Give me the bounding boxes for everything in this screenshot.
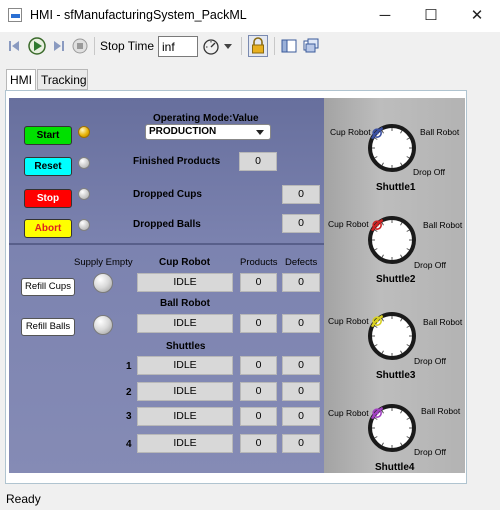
shuttle-defects: 0 bbox=[282, 356, 320, 375]
gauge-ball-robot-label: Ball Robot bbox=[420, 127, 460, 137]
shuttle-products: 0 bbox=[240, 356, 277, 375]
stop-time-label: Stop Time bbox=[100, 39, 155, 53]
ball-robot-header: Ball Robot bbox=[160, 298, 210, 309]
shuttle-state: IDLE bbox=[137, 407, 233, 426]
shuttle-gauge-dial bbox=[368, 216, 416, 264]
finished-products-display: 0 bbox=[239, 152, 277, 171]
chevron-down-icon[interactable] bbox=[223, 41, 233, 51]
gauge-cup-robot-label: Cup Robot bbox=[328, 219, 369, 229]
status-text: Ready bbox=[6, 492, 41, 506]
hmi-window: HMI - sfManufacturingSystem_PackML ─ ☐ ✕… bbox=[0, 0, 500, 510]
dropped-balls-label: Dropped Balls bbox=[133, 219, 201, 230]
dropped-balls-display: 0 bbox=[282, 214, 320, 233]
dropped-cups-label: Dropped Cups bbox=[133, 189, 202, 200]
shuttle-index: 1 bbox=[126, 361, 132, 372]
shuttle-defects: 0 bbox=[282, 407, 320, 426]
abort-lamp bbox=[78, 219, 90, 231]
tab-tracking[interactable]: Tracking bbox=[37, 69, 88, 90]
title-bar: HMI - sfManufacturingSystem_PackML ─ ☐ ✕ bbox=[0, 0, 500, 32]
app-icon bbox=[8, 8, 22, 22]
operating-mode-label: Operating Mode:Value bbox=[153, 113, 259, 124]
stop-time-input[interactable] bbox=[158, 36, 198, 57]
tab-hmi[interactable]: HMI bbox=[6, 69, 36, 91]
gauge-cup-robot-label: Cup Robot bbox=[328, 316, 369, 326]
shuttle-marker-dot bbox=[375, 319, 379, 323]
shuttle-gauge-label: Shuttle1 bbox=[376, 182, 416, 193]
refill-balls-button[interactable]: Refill Balls bbox=[21, 318, 75, 336]
gauge-ball-robot-label: Ball Robot bbox=[421, 406, 461, 416]
toolbar: Stop Time bbox=[0, 32, 500, 60]
gauge-ball-robot-label: Ball Robot bbox=[423, 317, 463, 327]
section-divider bbox=[9, 243, 324, 245]
start-lamp bbox=[78, 126, 90, 138]
shuttle-defects: 0 bbox=[282, 434, 320, 453]
simulation-pacing-icon[interactable] bbox=[202, 37, 220, 55]
shuttle-state: IDLE bbox=[137, 356, 233, 375]
step-back-icon[interactable] bbox=[6, 38, 22, 54]
lock-icon[interactable] bbox=[248, 35, 268, 57]
shuttle-products: 0 bbox=[240, 434, 277, 453]
shuttle-gauge-label: Shuttle4 bbox=[375, 462, 415, 473]
shuttle-gauge-dial bbox=[368, 124, 416, 172]
close-button[interactable]: ✕ bbox=[454, 0, 500, 32]
dropped-cups-display: 0 bbox=[282, 185, 320, 204]
products-header: Products bbox=[240, 257, 278, 268]
cup-robot-state: IDLE bbox=[137, 273, 233, 292]
minimize-button[interactable]: ─ bbox=[362, 0, 408, 32]
finished-products-label: Finished Products bbox=[133, 156, 221, 167]
supply-empty-label: Supply Empty bbox=[74, 257, 133, 268]
chevron-down-icon bbox=[256, 130, 264, 135]
shuttle-marker-dot bbox=[375, 131, 379, 135]
ball-supply-empty-lamp bbox=[93, 315, 113, 335]
stop-lamp bbox=[78, 188, 90, 200]
shuttle-marker-dot bbox=[375, 411, 379, 415]
shuttle-state: IDLE bbox=[137, 434, 233, 453]
shuttle-index: 4 bbox=[126, 439, 132, 450]
panel-settings-icon[interactable] bbox=[303, 38, 319, 54]
shuttle-gauge-label: Shuttle2 bbox=[376, 274, 416, 285]
cup-supply-empty-lamp bbox=[93, 273, 113, 293]
cup-robot-defects: 0 bbox=[282, 273, 320, 292]
start-button[interactable]: Start bbox=[24, 126, 72, 145]
gauge-cup-robot-label: Cup Robot bbox=[328, 408, 369, 418]
panel-layout-icon[interactable] bbox=[281, 38, 297, 54]
cup-robot-header: Cup Robot bbox=[159, 257, 211, 268]
maximize-button[interactable]: ☐ bbox=[408, 0, 454, 32]
refill-cups-button[interactable]: Refill Cups bbox=[21, 278, 75, 296]
shuttle-marker-dot bbox=[375, 223, 379, 227]
cup-robot-products: 0 bbox=[240, 273, 277, 292]
shuttle-gauge-label: Shuttle3 bbox=[376, 370, 416, 381]
stop-icon[interactable] bbox=[72, 38, 88, 54]
toolbar-separator bbox=[241, 37, 242, 55]
stop-button[interactable]: Stop bbox=[24, 189, 72, 208]
ball-robot-products: 0 bbox=[240, 314, 277, 333]
shuttle-index: 3 bbox=[126, 411, 132, 422]
ball-robot-state: IDLE bbox=[137, 314, 233, 333]
toolbar-separator bbox=[94, 37, 95, 55]
reset-lamp bbox=[78, 157, 90, 169]
ball-robot-defects: 0 bbox=[282, 314, 320, 333]
shuttle-state: IDLE bbox=[137, 382, 233, 401]
shuttle-index: 2 bbox=[126, 387, 132, 398]
gauge-ball-robot-label: Ball Robot bbox=[423, 220, 463, 230]
defects-header: Defects bbox=[285, 257, 318, 268]
step-forward-icon[interactable] bbox=[51, 38, 67, 54]
toolbar-separator bbox=[274, 37, 275, 55]
shuttle-defects: 0 bbox=[282, 382, 320, 401]
shuttles-header: Shuttles bbox=[166, 341, 206, 352]
operating-mode-value: PRODUCTION bbox=[149, 126, 217, 137]
shuttle-products: 0 bbox=[240, 382, 277, 401]
shuttle-gauge-dial bbox=[368, 312, 416, 360]
shuttle-gauge-dial bbox=[368, 404, 416, 452]
run-icon[interactable] bbox=[27, 36, 47, 56]
window-title: HMI - sfManufacturingSystem_PackML bbox=[30, 8, 247, 22]
reset-button[interactable]: Reset bbox=[24, 157, 72, 176]
shuttle-products: 0 bbox=[240, 407, 277, 426]
abort-button[interactable]: Abort bbox=[24, 219, 72, 238]
operating-mode-select[interactable]: PRODUCTION bbox=[145, 124, 271, 140]
